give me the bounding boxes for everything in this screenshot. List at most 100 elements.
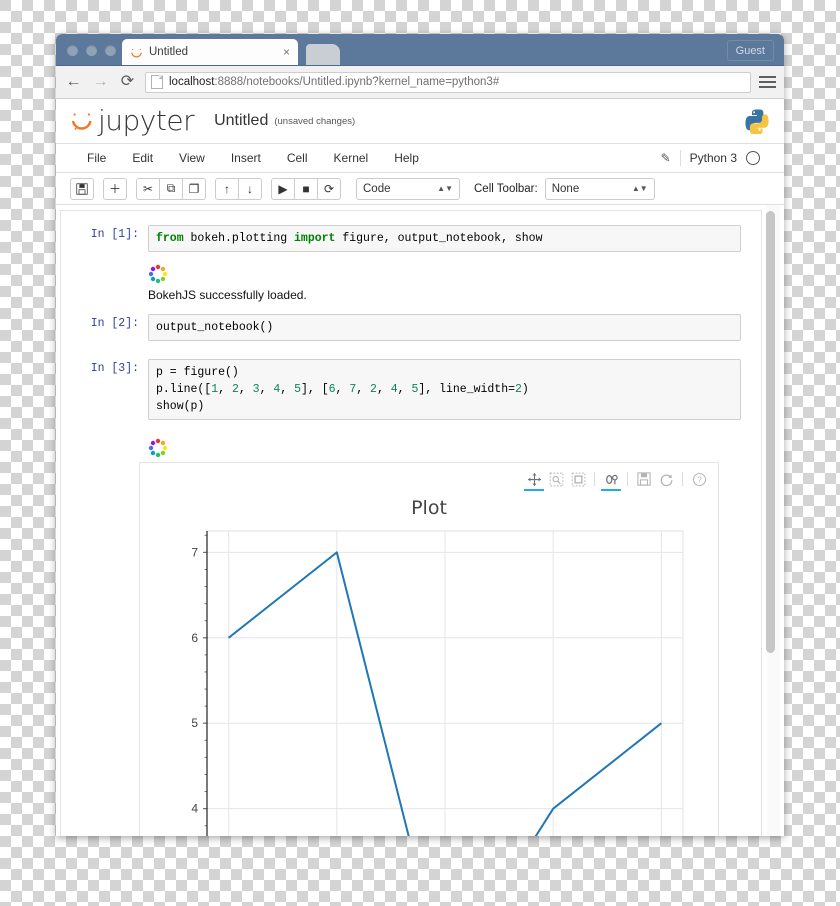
- notebook-name[interactable]: Untitled: [214, 112, 268, 130]
- plot-canvas-area[interactable]: 4 5 6 7: [140, 525, 718, 836]
- close-window-button[interactable]: [67, 45, 78, 56]
- code-token: 5: [294, 383, 301, 396]
- divider: [594, 472, 595, 486]
- new-tab-button[interactable]: [306, 44, 340, 65]
- cell-input-1[interactable]: from bokeh.plotting import figure, outpu…: [148, 225, 741, 252]
- jupyter-mark-icon: [72, 113, 92, 130]
- code-token: p = figure(): [156, 366, 239, 379]
- move-cell-down-button[interactable]: ↓: [238, 177, 262, 200]
- code-token: ,: [238, 383, 253, 396]
- paste-cell-button[interactable]: ❐: [182, 177, 206, 200]
- reset-tool-icon[interactable]: [655, 467, 677, 491]
- address-bar[interactable]: localhost:8888/notebooks/Untitled.ipynb?…: [145, 71, 751, 93]
- cell-input-2[interactable]: output_notebook(): [148, 314, 741, 341]
- forward-icon[interactable]: →: [91, 74, 110, 90]
- menu-file[interactable]: File: [74, 151, 119, 165]
- cell-prompt-1: In [1]:: [90, 228, 139, 241]
- pan-tool-icon[interactable]: [523, 467, 545, 491]
- restart-kernel-button[interactable]: ⟳: [317, 177, 341, 200]
- save-button[interactable]: [70, 177, 94, 200]
- help-tool-icon[interactable]: ?: [688, 467, 710, 491]
- jupyter-logo[interactable]: jupyter: [70, 104, 195, 137]
- hover-tool-icon[interactable]: [600, 467, 622, 491]
- svg-text:?: ?: [697, 475, 702, 484]
- code-token: ,: [376, 383, 391, 396]
- box-zoom-glyph: [549, 472, 563, 486]
- code-token: output_notebook(): [156, 321, 274, 334]
- output-body-1: BokehJS successfully loaded.: [148, 262, 741, 302]
- move-group: ↑ ↓: [215, 177, 262, 200]
- profile-button[interactable]: Guest: [726, 40, 774, 61]
- hover-glyph: [605, 474, 618, 484]
- notebook-sheet: In [1]: from bokeh.plotting import figur…: [60, 210, 762, 836]
- maximize-window-button[interactable]: [105, 45, 116, 56]
- insert-cell-below-button[interactable]: ＋: [103, 177, 127, 200]
- interrupt-kernel-button[interactable]: ■: [294, 177, 318, 200]
- jupyter-wordmark: jupyter: [98, 104, 195, 137]
- browser-titlebar: Untitled × Guest: [56, 34, 784, 66]
- copy-cell-button[interactable]: ⧉: [159, 177, 183, 200]
- jupyter-favicon: [131, 48, 142, 57]
- minimize-window-button[interactable]: [86, 45, 97, 56]
- cell-type-value: Code: [363, 182, 391, 195]
- code-token: import: [294, 232, 336, 245]
- jupyter-header: jupyter Untitled (unsaved changes): [56, 99, 784, 144]
- menu-kernel[interactable]: Kernel: [321, 151, 382, 165]
- menu-help[interactable]: Help: [381, 151, 432, 165]
- code-token: from: [156, 232, 184, 245]
- back-icon[interactable]: ←: [64, 74, 83, 90]
- cell-toolbar-select[interactable]: None ▲▼: [544, 177, 655, 200]
- browser-window: Untitled × Guest ← → ⟳ localhost:8888/no…: [56, 34, 784, 836]
- bokeh-plot[interactable]: ? Plot 4 5 6 7: [139, 462, 719, 836]
- svg-text:6: 6: [191, 631, 198, 645]
- pan-glyph: [527, 472, 541, 486]
- cell-toolbar-value: None: [551, 182, 580, 195]
- menu-icon[interactable]: [759, 76, 776, 88]
- code-token: ,: [218, 383, 232, 396]
- code-cell-3[interactable]: In [3]: p = figure() p.line([1, 2, 3, 4, …: [81, 359, 741, 420]
- code-cell-1[interactable]: In [1]: from bokeh.plotting import figur…: [81, 225, 741, 252]
- notebook-scrollbar[interactable]: [766, 205, 780, 836]
- cell-output-1: BokehJS successfully loaded.: [81, 262, 741, 302]
- menu-cell[interactable]: Cell: [274, 151, 321, 165]
- run-cell-button[interactable]: ▶: [271, 177, 295, 200]
- cell-input-3[interactable]: p = figure() p.line([1, 2, 3, 4, 5], [6, …: [148, 359, 741, 420]
- box-zoom-tool-icon[interactable]: [545, 467, 567, 491]
- bokeh-logo-icon: [148, 438, 168, 458]
- cell-output-3: [81, 436, 741, 462]
- save-tool-icon[interactable]: [633, 467, 655, 491]
- output-prompt-1: [81, 262, 148, 265]
- cut-cell-button[interactable]: ✂: [136, 177, 160, 200]
- menu-insert[interactable]: Insert: [218, 151, 274, 165]
- cell-type-select[interactable]: Code ▲▼: [356, 177, 460, 200]
- scrollbar-thumb[interactable]: [766, 211, 775, 653]
- plot-canvas[interactable]: 4 5 6 7: [169, 525, 689, 836]
- reload-icon[interactable]: ⟳: [118, 74, 137, 90]
- bokeh-logo-icon: [148, 264, 168, 284]
- kernel-indicator-area: ✎ Python 3: [661, 150, 766, 166]
- browser-navbar: ← → ⟳ localhost:8888/notebooks/Untitled.…: [56, 66, 784, 99]
- code-token: ], line_width=: [418, 383, 516, 396]
- code-token: 4: [390, 383, 398, 396]
- code-token: figure, output_notebook, show: [335, 232, 543, 245]
- cell-prompt-2: In [2]:: [90, 317, 139, 330]
- jupyter-toolbar: ＋ ✂ ⧉ ❐ ↑ ↓ ▶ ■ ⟳ Code ▲▼ Cell Toolbar: …: [56, 173, 784, 205]
- close-icon[interactable]: ×: [279, 45, 290, 59]
- code-cell-2[interactable]: In [2]: output_notebook(): [81, 314, 741, 341]
- wheel-zoom-tool-icon[interactable]: [567, 467, 589, 491]
- window-controls[interactable]: [67, 45, 116, 56]
- menu-edit[interactable]: Edit: [119, 151, 166, 165]
- code-token: ,: [356, 383, 371, 396]
- code-token: 2: [231, 383, 239, 396]
- code-token: 3: [252, 383, 260, 396]
- code-token: bokeh.plotting: [183, 232, 295, 245]
- url-host: localhost: [169, 76, 215, 88]
- kernel-idle-icon[interactable]: [746, 151, 760, 165]
- code-line: p.line([1, 2, 3, 4, 5], [6, 7, 2, 4, 5],…: [156, 381, 733, 398]
- move-cell-up-button[interactable]: ↑: [215, 177, 239, 200]
- menu-view[interactable]: View: [166, 151, 218, 165]
- reset-glyph: [660, 473, 672, 486]
- notebook-body: In [1]: from bokeh.plotting import figur…: [56, 205, 784, 836]
- browser-tab-untitled[interactable]: Untitled ×: [122, 39, 298, 65]
- save-status: (unsaved changes): [274, 115, 356, 127]
